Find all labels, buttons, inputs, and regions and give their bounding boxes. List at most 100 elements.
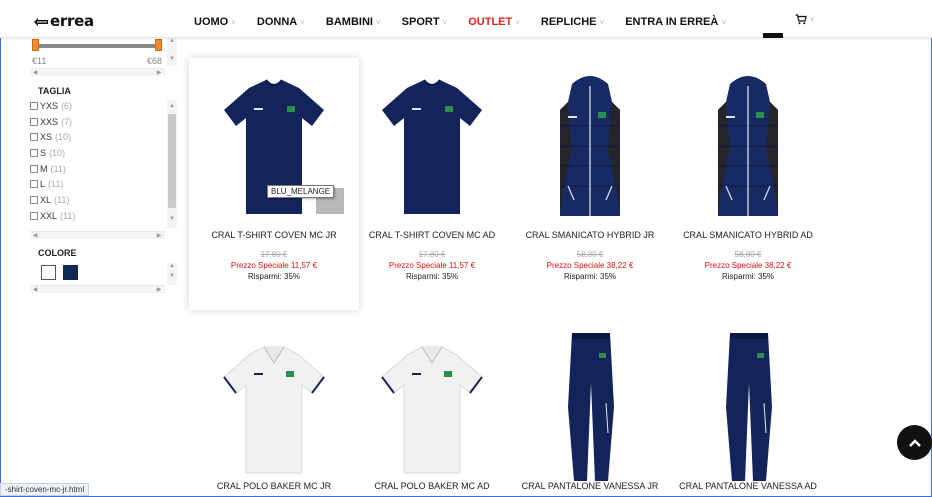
size-option-xl[interactable]: XL (11) [30,192,75,208]
checkbox[interactable] [30,180,38,189]
scroll-down-icon[interactable]: ▼ [167,273,177,279]
scroll-up-icon[interactable]: ▲ [167,103,177,109]
chevron-down-icon: ˅ [810,15,815,24]
size-option-xs[interactable]: XS (10) [30,129,75,145]
scroll-right-icon[interactable]: ▶ [154,232,164,239]
product-image[interactable] [204,323,344,483]
size-vertical-scrollbar[interactable]: ▲ ▼ [167,100,177,228]
scroll-left-icon[interactable]: ◀ [30,69,40,76]
nav-donna[interactable]: DONNA ˅ [257,16,305,28]
special-price: Prezzo Speciale 11,57 € [388,261,476,270]
product-image[interactable] [678,66,818,226]
size-option-m[interactable]: M (11) [30,161,75,177]
special-price: Prezzo Speciale 11,57 € [230,261,318,270]
color-vertical-scrollbar[interactable]: ▲ ▼ [167,263,177,285]
checkbox[interactable] [30,133,38,142]
color-swatch-white[interactable] [41,265,56,280]
product-card[interactable]: CRAL PANTALONE VANESSA AD [663,315,833,497]
product-image[interactable] [678,323,818,483]
errea-logo[interactable]: errea [33,12,94,30]
product-card[interactable]: CRAL T-SHIRT COVEN MC AD 17,80 € Prezzo … [347,58,517,310]
scroll-right-icon[interactable]: ▶ [154,286,164,293]
chevron-down-icon: ˅ [599,17,605,27]
checkbox[interactable] [30,148,38,157]
size-option-xxl[interactable]: XXL (11) [30,208,75,224]
price-horizontal-scrollbar[interactable]: ◀ ▶ [30,68,165,76]
product-card[interactable]: CRAL T-SHIRT COVEN MC JR 17,80 € Prezzo … [189,58,359,310]
price-range-track[interactable] [34,44,160,48]
chevron-down-icon: ˅ [231,17,236,27]
product-card[interactable]: CRAL PANTALONE VANESSA JR [505,315,675,497]
size-horizontal-scrollbar[interactable]: ◀ ▶ [30,231,165,239]
nav-repliche[interactable]: REPLICHE ˅ [541,16,604,28]
size-option-yxs[interactable]: YXS (6) [30,98,75,114]
checkbox[interactable] [30,195,38,204]
product-name[interactable]: CRAL T-SHIRT COVEN MC JR [189,230,359,240]
product-card[interactable]: CRAL SMANICATO HYBRID AD 58,80 € Prezzo … [663,58,833,310]
size-filter-title: TAGLIA [38,86,71,96]
savings: Risparmi: 35% [247,272,300,281]
old-price: 58,80 € [576,250,604,259]
old-price: 17,80 € [418,250,446,259]
price-max-handle[interactable] [155,39,162,51]
chevron-down-icon: ˅ [375,17,381,27]
chevron-down-icon: ˅ [515,17,520,27]
product-name[interactable]: CRAL POLO BAKER MC JR [189,481,359,491]
product-image[interactable] [362,323,502,483]
status-bar-url: -shirt-coven-mc-jr.html [0,483,90,496]
scroll-down-icon[interactable]: ▼ [167,56,177,62]
chevron-down-icon: ˅ [300,17,305,27]
old-price: 58,80 € [734,250,762,259]
product-image[interactable] [362,66,502,226]
checkbox[interactable] [30,211,38,220]
scrollbar-thumb[interactable] [168,114,176,208]
chevron-down-icon: ˅ [721,17,726,27]
nav-bambini[interactable]: BAMBINI ˅ [326,16,381,28]
product-name[interactable]: CRAL T-SHIRT COVEN MC AD [347,230,517,240]
special-price: Prezzo Speciale 38,22 € [704,261,792,270]
color-swatch-navy[interactable] [63,265,78,280]
product-card[interactable]: CRAL POLO BAKER MC AD [347,315,517,497]
product-name[interactable]: CRAL SMANICATO HYBRID JR [505,230,675,240]
scroll-up-icon[interactable]: ▲ [167,38,177,44]
price-min-label: €11 [32,56,47,66]
checkbox[interactable] [30,164,38,173]
nav-entra-in-errea[interactable]: ENTRA IN ERREÀ ˅ [625,16,726,28]
savings: Risparmi: 35% [721,272,774,281]
scroll-down-icon[interactable]: ▼ [167,216,177,222]
nav-sport[interactable]: SPORT ˅ [402,16,448,28]
price-min-handle[interactable] [32,39,39,51]
scroll-to-top-button[interactable] [897,425,932,460]
product-image[interactable] [520,66,660,226]
main-nav: UOMO ˅ DONNA ˅ BAMBINI ˅ SPORT ˅ OUTLET ˅ REP… [194,16,726,28]
product-name[interactable]: CRAL POLO BAKER MC AD [347,481,517,491]
scroll-up-icon[interactable]: ▲ [167,263,177,269]
color-horizontal-scrollbar[interactable]: ◀ ▶ [30,285,165,293]
special-price: Prezzo Speciale 38,22 € [546,261,634,270]
checkbox[interactable] [30,117,38,126]
logo-text: errea [50,12,94,30]
product-name[interactable]: CRAL PANTALONE VANESSA AD [663,481,833,491]
errea-logo-mark-icon [34,18,48,26]
product-image[interactable] [520,323,660,483]
nav-outlet[interactable]: OUTLET ˅ [468,16,520,28]
nav-uomo[interactable]: UOMO ˅ [194,16,236,28]
product-card[interactable]: CRAL SMANICATO HYBRID JR 58,80 € Prezzo … [505,58,675,310]
product-card[interactable]: CRAL POLO BAKER MC JR [189,315,359,497]
chevron-down-icon: ˅ [442,17,448,27]
cart-button[interactable]: ˅ [795,14,815,25]
size-filter-list: YXS (6) XXS (7) XS (10) S (10) M (11) L (11) X… [30,98,75,224]
product-name[interactable]: CRAL SMANICATO HYBRID AD [663,230,833,240]
size-option-s[interactable]: S (10) [30,145,75,161]
scroll-left-icon[interactable]: ◀ [30,286,40,293]
price-vertical-scrollbar[interactable]: ▲ ▼ [167,38,177,66]
size-option-l[interactable]: L (11) [30,176,75,192]
size-option-xxs[interactable]: XXS (7) [30,114,75,130]
price-max-label: €68 [147,56,163,66]
scroll-left-icon[interactable]: ◀ [30,232,40,239]
color-tooltip: BLU_MELANGE [267,185,335,198]
checkbox[interactable] [30,101,38,110]
header-tab-marker [763,33,783,38]
product-name[interactable]: CRAL PANTALONE VANESSA JR [505,481,675,491]
scroll-right-icon[interactable]: ▶ [154,69,164,76]
